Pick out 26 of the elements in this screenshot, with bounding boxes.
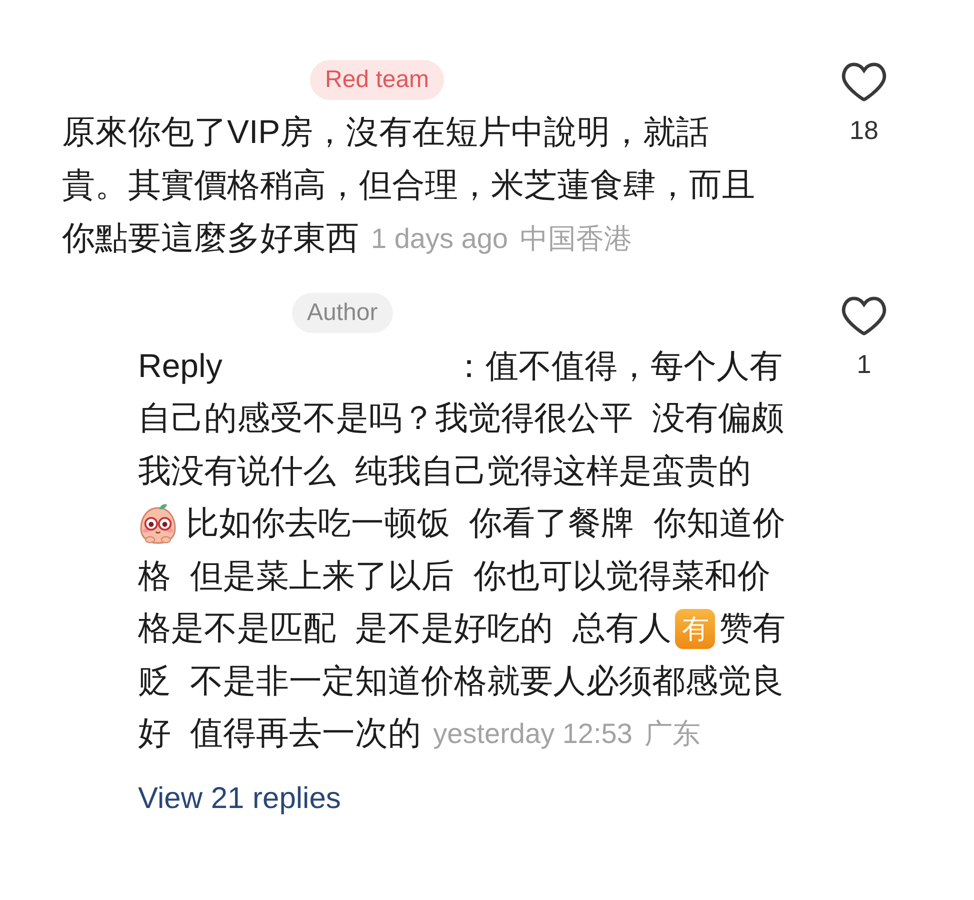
like-count: 18: [850, 115, 878, 145]
team-tag: Red team: [310, 60, 444, 100]
reply-text: 贬 不是非一定知道价格就要人必须都感觉良: [138, 660, 784, 701]
reply-label: Reply: [138, 347, 222, 386]
comment-text: 原來你包了VIP房，沒有在短片中說明，就話: [62, 112, 710, 152]
emoji-tile: 有: [675, 608, 716, 649]
comment-text: 貴。其實價格稍高，但合理，米芝蓮食肆，而且: [62, 165, 755, 205]
comment-location: 中国香港: [520, 222, 632, 256]
reply-time: yesterday 12:53: [433, 718, 632, 750]
reply-text: 自己的感受不是吗？我觉得很公平 没有偏颇: [138, 398, 784, 438]
reply-text: 比如你去吃一顿饭 你看了餐牌 你知道价: [186, 503, 786, 544]
peach-sticker-icon: [138, 504, 178, 544]
reply-text: 赞有: [719, 608, 786, 648]
reply-text: 格是不是匹配 是不是好吃的 总有人: [138, 608, 672, 648]
reply-location: 广东: [644, 716, 700, 751]
comment-text: 你點要這麼多好東西: [62, 218, 359, 258]
view-replies-link[interactable]: View 21 replies: [138, 779, 341, 819]
like-count: 1: [856, 349, 872, 379]
reply-text: 好 值得再去一次的: [138, 713, 422, 754]
heart-icon[interactable]: [843, 63, 885, 101]
reply-text: ：值不值得，每个人有: [452, 346, 782, 386]
author-tag: Author: [292, 293, 393, 333]
comment-time: 1 days ago: [371, 222, 508, 254]
reply-text: 我没有说什么 纯我自己觉得这样是蛮贵的: [138, 450, 752, 491]
reply-text: 格 但是菜上来了以后 你也可以觉得菜和价: [138, 556, 770, 596]
heart-icon[interactable]: [843, 297, 885, 335]
